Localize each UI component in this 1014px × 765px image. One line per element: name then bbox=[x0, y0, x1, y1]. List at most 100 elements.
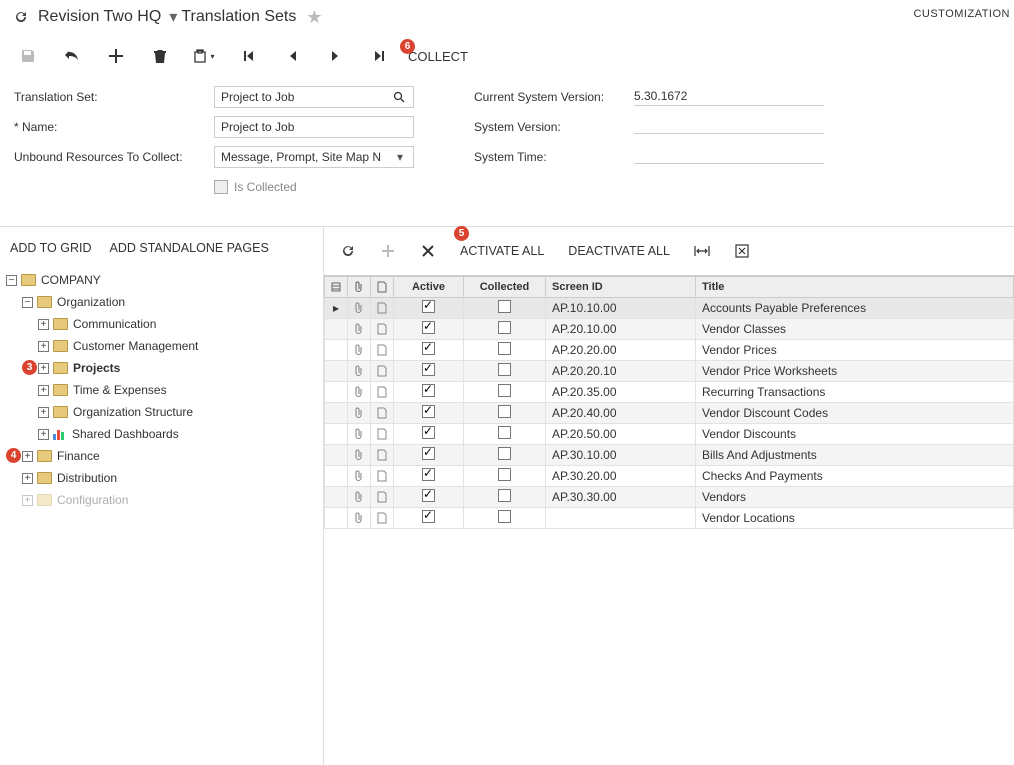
note-cell[interactable] bbox=[371, 445, 394, 466]
collected-cell[interactable] bbox=[464, 340, 546, 361]
table-row[interactable]: AP.30.30.00Vendors bbox=[325, 487, 1014, 508]
first-record-button[interactable] bbox=[230, 42, 266, 70]
collected-cell[interactable] bbox=[464, 508, 546, 529]
tree-node-time-expenses[interactable]: + Time & Expenses bbox=[6, 379, 319, 401]
expand-icon[interactable]: + bbox=[22, 473, 33, 484]
grid-add-button[interactable] bbox=[372, 237, 404, 265]
tree-node-projects[interactable]: 3 + Projects bbox=[6, 357, 319, 379]
collected-cell[interactable] bbox=[464, 298, 546, 319]
customization-link[interactable]: CUSTOMIZATION bbox=[913, 8, 1010, 20]
row-indicator[interactable] bbox=[325, 466, 348, 487]
details-grid[interactable]: Active Collected Screen ID Title ▸AP.10.… bbox=[324, 275, 1014, 529]
add-standalone-pages-button[interactable]: ADD STANDALONE PAGES bbox=[110, 241, 269, 255]
note-cell[interactable] bbox=[371, 340, 394, 361]
table-row[interactable]: AP.20.20.10Vendor Price Worksheets bbox=[325, 361, 1014, 382]
row-indicator[interactable] bbox=[325, 382, 348, 403]
active-cell[interactable] bbox=[394, 403, 464, 424]
row-indicator[interactable] bbox=[325, 361, 348, 382]
attachment-cell[interactable] bbox=[348, 340, 371, 361]
export-button[interactable] bbox=[726, 237, 758, 265]
tree-root[interactable]: − COMPANY bbox=[6, 269, 319, 291]
is-collected-checkbox[interactable] bbox=[214, 180, 228, 194]
expand-icon[interactable]: + bbox=[38, 407, 49, 418]
row-indicator[interactable]: ▸ bbox=[325, 298, 348, 319]
grid-refresh-button[interactable] bbox=[332, 237, 364, 265]
table-row[interactable]: AP.30.20.00Checks And Payments bbox=[325, 466, 1014, 487]
attachment-cell[interactable] bbox=[348, 319, 371, 340]
active-cell[interactable] bbox=[394, 487, 464, 508]
collected-cell[interactable] bbox=[464, 445, 546, 466]
attachment-cell[interactable] bbox=[348, 445, 371, 466]
collected-cell[interactable] bbox=[464, 487, 546, 508]
undo-button[interactable] bbox=[54, 42, 90, 70]
table-row[interactable]: Vendor Locations bbox=[325, 508, 1014, 529]
row-indicator[interactable] bbox=[325, 487, 348, 508]
active-cell[interactable] bbox=[394, 319, 464, 340]
search-icon[interactable] bbox=[393, 91, 407, 103]
tree-node-finance[interactable]: 4 + Finance bbox=[6, 445, 319, 467]
favorite-star-icon[interactable]: ★ bbox=[306, 7, 322, 28]
table-row[interactable]: AP.30.10.00Bills And Adjustments bbox=[325, 445, 1014, 466]
prev-record-button[interactable] bbox=[274, 42, 310, 70]
expand-icon[interactable]: + bbox=[38, 429, 49, 440]
row-indicator[interactable] bbox=[325, 319, 348, 340]
note-header[interactable] bbox=[371, 277, 394, 298]
table-row[interactable]: AP.20.20.00Vendor Prices bbox=[325, 340, 1014, 361]
active-cell[interactable] bbox=[394, 445, 464, 466]
note-cell[interactable] bbox=[371, 487, 394, 508]
collected-cell[interactable] bbox=[464, 382, 546, 403]
note-cell[interactable] bbox=[371, 382, 394, 403]
collected-cell[interactable] bbox=[464, 424, 546, 445]
deactivate-all-button[interactable]: DEACTIVATE ALL bbox=[568, 244, 670, 258]
active-cell[interactable] bbox=[394, 424, 464, 445]
chevron-down-icon[interactable]: ▾ bbox=[393, 150, 407, 164]
collected-cell[interactable] bbox=[464, 361, 546, 382]
tree-node-configuration[interactable]: + Configuration bbox=[6, 489, 319, 511]
collapse-icon[interactable]: − bbox=[22, 297, 33, 308]
tree-node-organization[interactable]: − Organization bbox=[6, 291, 319, 313]
active-cell[interactable] bbox=[394, 340, 464, 361]
active-cell[interactable] bbox=[394, 466, 464, 487]
active-cell[interactable] bbox=[394, 361, 464, 382]
site-map-tree[interactable]: − COMPANY − Organization + Communication… bbox=[0, 267, 323, 519]
unbound-resources-selector[interactable]: Message, Prompt, Site Map N ▾ bbox=[214, 146, 414, 168]
table-row[interactable]: AP.20.40.00Vendor Discount Codes bbox=[325, 403, 1014, 424]
last-record-button[interactable] bbox=[362, 42, 398, 70]
title-header[interactable]: Title bbox=[696, 277, 1014, 298]
fit-columns-button[interactable] bbox=[686, 237, 718, 265]
expand-icon[interactable]: + bbox=[38, 341, 49, 352]
row-indicator-header[interactable] bbox=[325, 277, 348, 298]
expand-icon[interactable]: + bbox=[22, 451, 33, 462]
collect-button[interactable]: COLLECT bbox=[408, 49, 468, 64]
chevron-down-icon[interactable]: ▾ bbox=[169, 7, 177, 27]
add-to-grid-button[interactable]: ADD TO GRID bbox=[10, 241, 92, 255]
tree-node-shared-dash[interactable]: + Shared Dashboards bbox=[6, 423, 319, 445]
attachment-cell[interactable] bbox=[348, 424, 371, 445]
screen-id-header[interactable]: Screen ID bbox=[546, 277, 696, 298]
table-row[interactable]: AP.20.10.00Vendor Classes bbox=[325, 319, 1014, 340]
active-cell[interactable] bbox=[394, 298, 464, 319]
translation-set-selector[interactable]: Project to Job bbox=[214, 86, 414, 108]
attachment-cell[interactable] bbox=[348, 508, 371, 529]
clipboard-button[interactable]: ▾ bbox=[186, 42, 222, 70]
collected-cell[interactable] bbox=[464, 403, 546, 424]
tree-node-distribution[interactable]: + Distribution bbox=[6, 467, 319, 489]
delete-button[interactable] bbox=[142, 42, 178, 70]
row-indicator[interactable] bbox=[325, 340, 348, 361]
note-cell[interactable] bbox=[371, 508, 394, 529]
note-cell[interactable] bbox=[371, 403, 394, 424]
tree-node-org-structure[interactable]: + Organization Structure bbox=[6, 401, 319, 423]
attachment-cell[interactable] bbox=[348, 382, 371, 403]
grid-delete-button[interactable] bbox=[412, 237, 444, 265]
note-cell[interactable] bbox=[371, 424, 394, 445]
row-indicator[interactable] bbox=[325, 445, 348, 466]
expand-icon[interactable]: + bbox=[38, 385, 49, 396]
row-indicator[interactable] bbox=[325, 508, 348, 529]
collected-cell[interactable] bbox=[464, 319, 546, 340]
breadcrumb-company[interactable]: Revision Two HQ bbox=[38, 8, 161, 26]
collected-header[interactable]: Collected bbox=[464, 277, 546, 298]
name-field[interactable]: Project to Job bbox=[214, 116, 414, 138]
next-record-button[interactable] bbox=[318, 42, 354, 70]
note-cell[interactable] bbox=[371, 466, 394, 487]
row-indicator[interactable] bbox=[325, 403, 348, 424]
